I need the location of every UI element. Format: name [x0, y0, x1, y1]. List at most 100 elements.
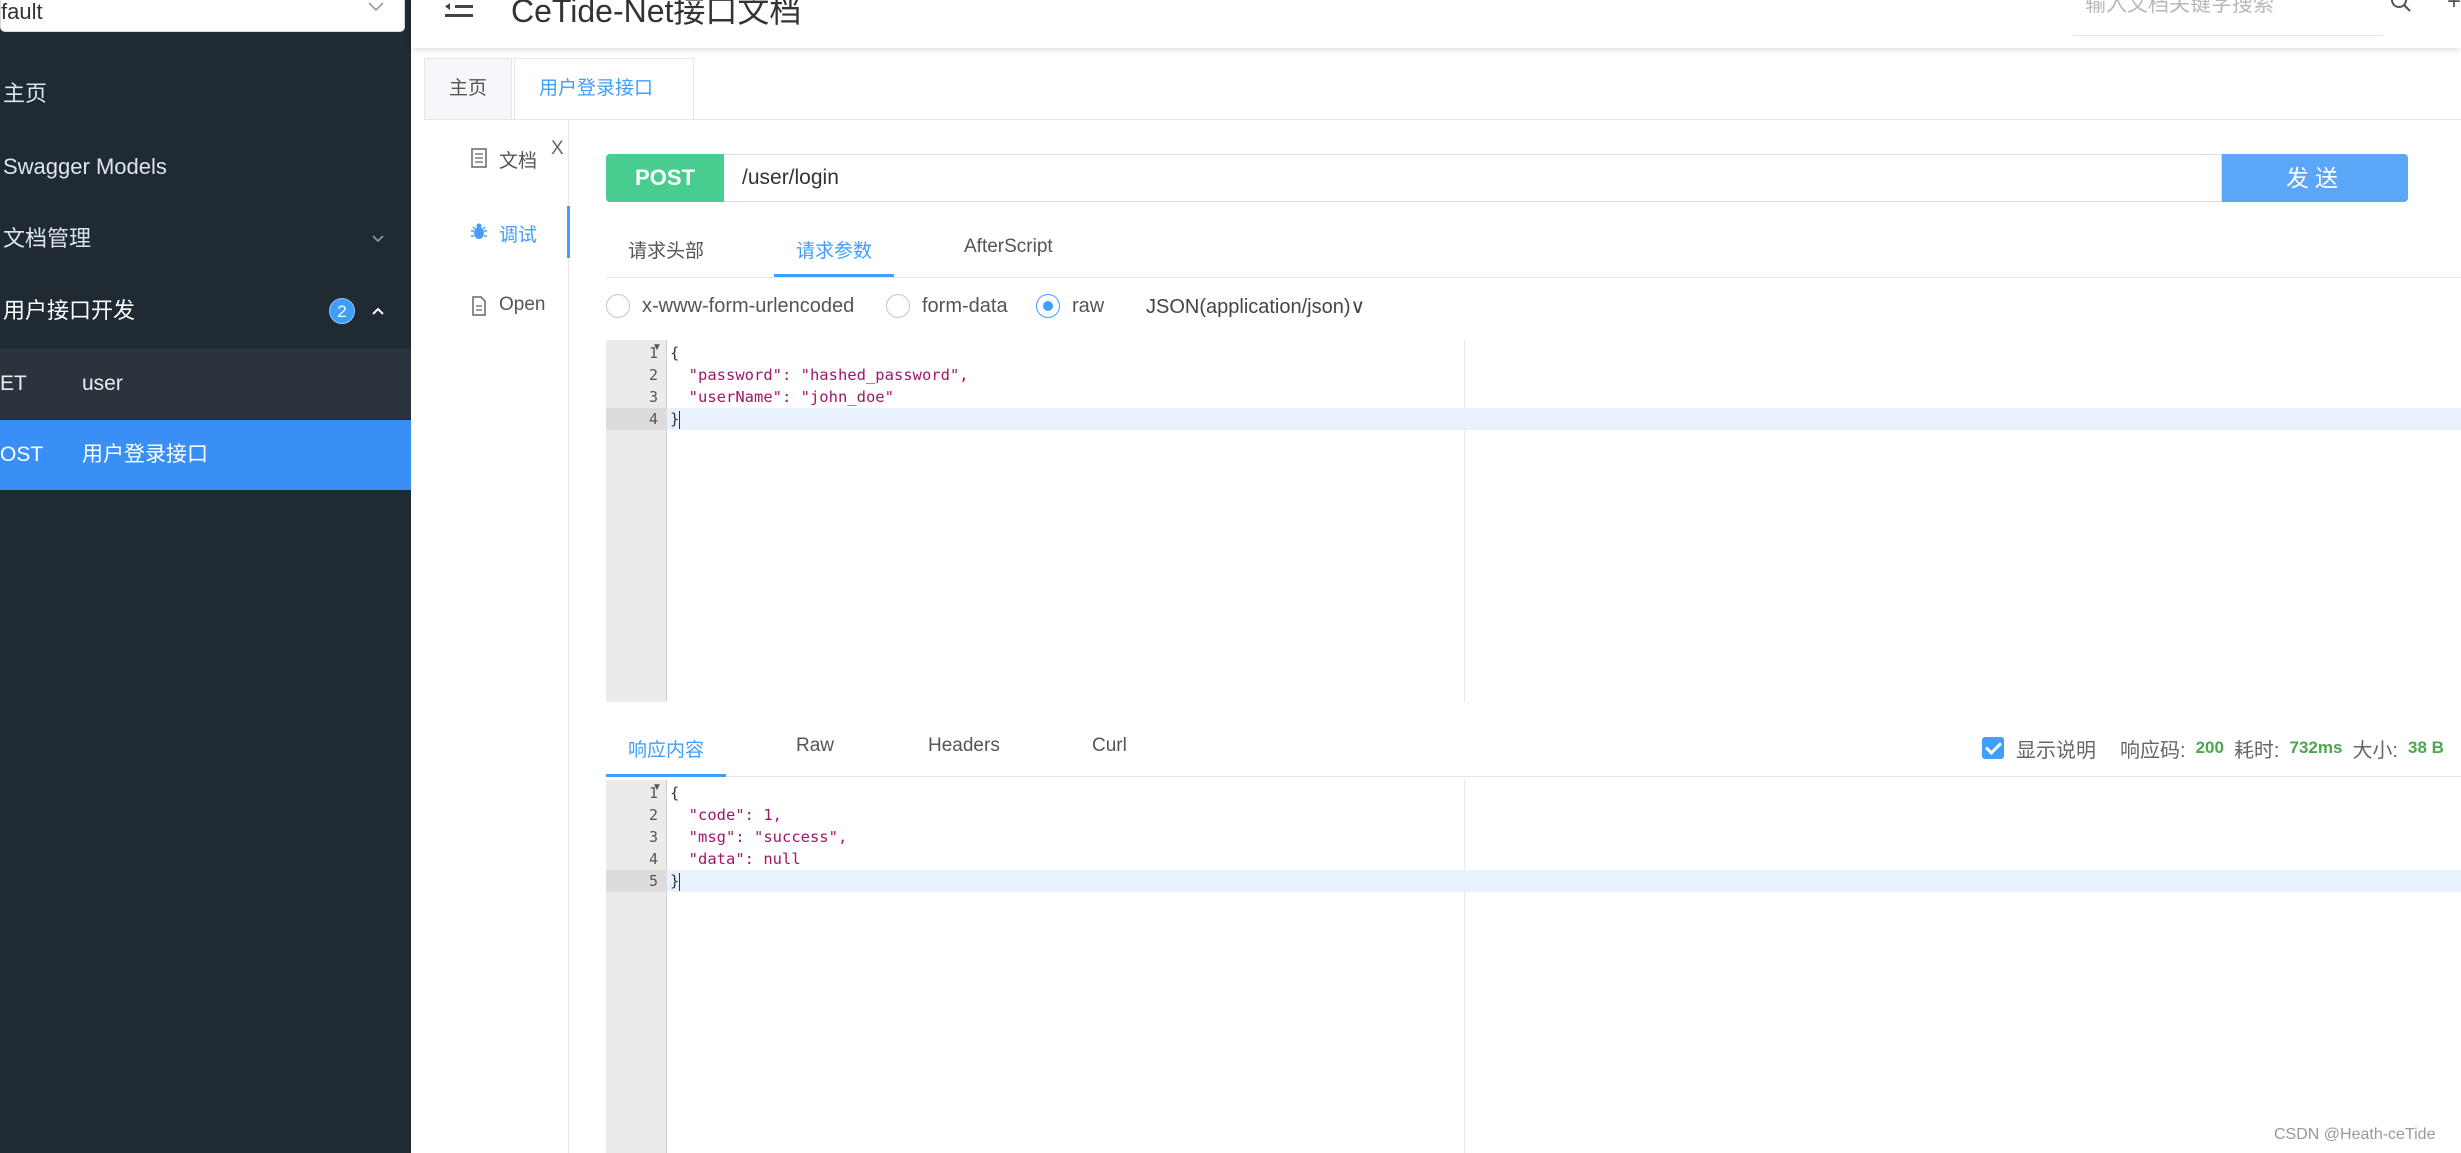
sidebar-item-user-api-dev[interactable]: 用户接口开发 2 [0, 281, 411, 341]
content-type-value: JSON(application/json) [1146, 296, 1351, 318]
tab-request-params[interactable]: 请求参数 [796, 236, 872, 263]
top-header: CeTide-Net接口文档 输入文档关键字搜索 + [411, 0, 2461, 48]
chevron-down-icon: ∨ [1350, 296, 1366, 318]
api-item-user-login[interactable]: OST 用户登录接口 [0, 420, 411, 490]
response-meta: 显示说明 响应码: 200 耗时: 732ms 大小: 38 B [1982, 733, 2454, 763]
watermark: CSDN @Heath-ceTide [2274, 1126, 2436, 1143]
sidebar: fault 主页 Swagger Models 文档管理 用户接口开发 2 ET… [0, 0, 411, 1153]
code-text: { [670, 344, 680, 362]
submenu-doc[interactable]: 文档 [424, 122, 569, 194]
request-tabs: 请求头部 请求参数 AfterScript [606, 226, 2461, 278]
tab-user-login[interactable]: 用户登录接口X [514, 58, 694, 159]
code-text: "msg": "success", [670, 828, 848, 846]
line-number: 1 [648, 344, 658, 362]
menu-fold-icon[interactable] [443, 0, 477, 24]
code-line: } [670, 870, 681, 892]
more-icon[interactable]: + [2447, 0, 2461, 16]
line-number: 4 [606, 408, 667, 430]
radio-circle [1036, 294, 1060, 318]
code-text: "data": null [670, 850, 801, 868]
chevron-down-icon [368, 2, 384, 12]
code-text: } [670, 872, 680, 890]
sidebar-item-doc-management[interactable]: 文档管理 [0, 209, 411, 269]
tab-raw[interactable]: Raw [796, 735, 834, 757]
submenu-debug[interactable]: 调试 [424, 196, 570, 268]
group-select-value: fault [1, 0, 43, 24]
code-line: "password": "hashed_password", [670, 364, 969, 386]
chevron-up-icon [372, 307, 384, 315]
tab-request-headers[interactable]: 请求头部 [628, 236, 704, 263]
status-label: 响应码: [2120, 739, 2186, 762]
search-icon[interactable] [2389, 0, 2413, 14]
api-item-user[interactable]: ET user [0, 349, 411, 419]
radio-label: x-www-form-urlencoded [642, 294, 855, 317]
api-name: user [82, 372, 123, 395]
radio-urlencoded[interactable]: x-www-form-urlencoded [606, 294, 854, 318]
line-number: 4 [648, 850, 658, 868]
tab-response-content[interactable]: 响应内容 [628, 735, 704, 762]
search-placeholder: 输入文档关键字搜索 [2085, 0, 2274, 16]
active-tab-indicator [606, 774, 726, 777]
response-body-editor[interactable]: 1 ▼ 2 3 4 5 { "code": 1, "msg": "success… [606, 780, 2461, 1153]
show-desc-checkbox[interactable] [1982, 737, 2004, 759]
status-value: 200 [2195, 738, 2224, 757]
content-type-select[interactable]: JSON(application/json)∨ [1146, 294, 1365, 319]
url-input[interactable]: /user/login [724, 154, 2222, 202]
fold-arrow-icon[interactable]: ▼ [652, 782, 662, 793]
time-value: 732ms [2289, 738, 2343, 757]
radio-label: raw [1072, 294, 1105, 317]
print-margin [1464, 340, 1465, 702]
bug-icon [471, 223, 487, 239]
code-line: { [670, 782, 679, 804]
sidebar-item-home[interactable]: 主页 [0, 64, 411, 124]
code-line: "msg": "success", [670, 826, 848, 848]
doc-submenu: 文档 调试 Open [424, 120, 570, 1153]
tab-headers[interactable]: Headers [928, 735, 1000, 757]
tab-label: 用户登录接口 [539, 78, 654, 99]
sidebar-item-label: Swagger Models [3, 154, 167, 179]
sidebar-item-label: 用户接口开发 [3, 298, 136, 323]
text-caret [679, 410, 681, 429]
line-number: 5 [606, 870, 667, 892]
tab-label: 主页 [449, 78, 488, 99]
file-icon [472, 296, 486, 316]
show-desc-label: 显示说明 [2016, 739, 2096, 762]
tab-home[interactable]: 主页 [424, 58, 512, 120]
code-text: "password": "hashed_password", [670, 366, 969, 384]
group-select[interactable]: fault [0, 0, 405, 32]
code-text: "code": 1, [670, 806, 782, 824]
tabs-divider [424, 119, 2461, 120]
request-body-editor[interactable]: 1 ▼ 2 3 4 { "password": "hashed_password… [606, 340, 2461, 702]
active-line-highlight [667, 408, 2461, 430]
tab-curl[interactable]: Curl [1092, 735, 1127, 757]
line-number: 3 [648, 388, 658, 406]
radio-circle [886, 294, 910, 318]
line-number: 1 [648, 784, 658, 802]
page-title: CeTide-Net接口文档 [511, 0, 802, 29]
submenu-label: 调试 [499, 225, 538, 246]
code-line: "code": 1, [670, 804, 782, 826]
submenu-label: Open [499, 294, 546, 315]
tab-afterscript[interactable]: AfterScript [964, 236, 1053, 258]
api-name: 用户登录接口 [82, 443, 208, 466]
code-line: "data": null [670, 848, 801, 870]
line-number: 3 [648, 828, 658, 846]
api-method: ET [0, 372, 27, 395]
active-tab-indicator [774, 274, 894, 277]
radio-raw[interactable]: raw [1036, 294, 1104, 318]
search-input[interactable]: 输入文档关键字搜索 [2073, 0, 2383, 36]
text-caret [679, 872, 681, 891]
radio-form-data[interactable]: form-data [886, 294, 1008, 318]
print-margin [1464, 780, 1465, 1153]
api-method: OST [0, 443, 44, 466]
code-text: } [670, 410, 680, 428]
sidebar-item-label: 主页 [3, 81, 48, 106]
sidebar-item-swagger-models[interactable]: Swagger Models [0, 137, 411, 197]
send-button[interactable]: 发送 [2222, 154, 2408, 202]
size-label: 大小: [2352, 739, 2398, 762]
document-icon [471, 148, 487, 168]
submenu-open[interactable]: Open [424, 270, 569, 342]
fold-arrow-icon[interactable]: ▼ [652, 342, 662, 353]
radio-label: form-data [922, 294, 1008, 317]
code-text: "userName": "john_doe" [670, 388, 894, 406]
